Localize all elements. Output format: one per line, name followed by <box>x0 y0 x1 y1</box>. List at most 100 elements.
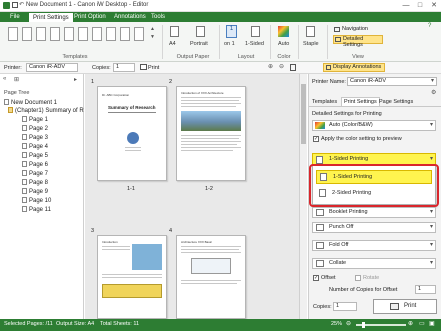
minimize-button[interactable]: — <box>399 0 413 11</box>
tree-page-11[interactable]: Page 11 <box>22 206 51 213</box>
offset-checkbox[interactable]: ✓ <box>313 275 319 281</box>
page-thumbnail-3[interactable]: Introduction <box>97 235 167 319</box>
zoom-slider[interactable] <box>356 322 406 328</box>
fit-page-status-icon[interactable]: ▣ <box>429 320 435 327</box>
tree-page-2[interactable]: Page 2 <box>22 125 48 132</box>
table-image <box>102 284 162 298</box>
scroll-down-icon[interactable]: ▼ <box>150 34 155 40</box>
booklet-printing-select[interactable]: Booklet Printing ▾ <box>312 207 436 218</box>
tab-annotations[interactable]: Annotations <box>110 12 150 22</box>
orientation-icon[interactable] <box>196 26 205 37</box>
page-icon <box>22 125 27 131</box>
template-thumbnail-3[interactable] <box>36 27 46 41</box>
preview-scrollbar[interactable] <box>299 74 307 319</box>
template-thumbnail-5[interactable] <box>64 27 74 41</box>
group-divider <box>219 25 220 59</box>
page-thumbnail-2[interactable]: Introduction of XXX Architecture <box>176 86 246 181</box>
group-divider <box>162 25 163 59</box>
window-title: New Document 1 - Canon iW Desktop - Edit… <box>26 2 149 8</box>
fit-width-icon[interactable]: ▭ <box>419 320 425 327</box>
help-icon[interactable]: ? <box>428 23 431 29</box>
page-thumbnail-1[interactable]: Dr. ABC Corporation Summary of Research <box>97 86 167 181</box>
page-thumbnail-4[interactable]: Architecture XXX Basic <box>176 235 246 319</box>
template-thumbnail-2[interactable] <box>22 27 32 41</box>
save-icon[interactable] <box>12 2 18 8</box>
offset-label: Offset <box>321 275 336 281</box>
tab-templates[interactable]: Templates <box>312 99 337 105</box>
print-label[interactable]: Print <box>148 65 159 71</box>
zoom-in-icon[interactable]: ⊕ <box>268 63 273 70</box>
add-icon[interactable]: ⊞ <box>14 76 19 83</box>
offset-copies-stepper[interactable]: 1 <box>415 285 436 294</box>
tree-page-9[interactable]: Page 9 <box>22 188 48 195</box>
collapse-icon[interactable]: « <box>3 76 6 82</box>
printer-properties-icon[interactable]: ⚙ <box>431 89 436 96</box>
printer-select[interactable]: Canon iR-ADV <box>26 63 78 72</box>
page-icon <box>22 188 27 194</box>
pane-pin-icon[interactable]: ▸ <box>74 76 77 83</box>
tree-page-4[interactable]: Page 4 <box>22 143 48 150</box>
tree-page-6[interactable]: Page 6 <box>22 161 48 168</box>
pages-per-sheet-button[interactable]: on 1 <box>224 41 235 47</box>
staple-icon[interactable] <box>306 26 315 37</box>
zoom-in-button[interactable]: ⊕ <box>408 320 413 327</box>
zoom-slider-thumb[interactable] <box>362 322 365 328</box>
sides-icon[interactable] <box>251 26 260 37</box>
display-annotations-toggle[interactable]: Display Annotations <box>323 63 385 72</box>
template-thumbnail-1[interactable] <box>8 27 18 41</box>
template-thumbnail-9[interactable] <box>120 27 130 41</box>
tab-tools[interactable]: Tools <box>147 12 169 22</box>
copies-stepper-pane[interactable]: 1 <box>333 302 357 311</box>
tree-page-1[interactable]: Page 1 <box>22 116 48 123</box>
tree-document-label: New Document 1 <box>11 100 58 106</box>
punch-select[interactable]: Punch Off ▾ <box>312 222 436 233</box>
printer-name-select[interactable]: Canon iR-ADV ▾ <box>347 77 437 86</box>
template-thumbnail-6[interactable] <box>78 27 88 41</box>
pages-per-sheet-icon[interactable]: 1 <box>226 25 237 38</box>
template-thumbnail-7[interactable] <box>92 27 102 41</box>
tree-chapter[interactable]: (Chapter1) Summary of R <box>8 107 84 114</box>
copies-stepper[interactable]: 1 <box>113 63 135 72</box>
color-mode-icon[interactable] <box>278 26 289 37</box>
template-thumbnail-4[interactable] <box>50 27 60 41</box>
tab-page-settings[interactable]: Page Settings <box>379 99 413 105</box>
scroll-up-icon[interactable]: ▲ <box>150 26 155 32</box>
tree-page-label: Page 6 <box>29 162 49 168</box>
navigation-toggle[interactable]: Navigation <box>333 26 383 34</box>
scrollbar-thumb[interactable] <box>301 84 306 144</box>
fold-select[interactable]: Fold Off ▾ <box>312 240 436 251</box>
undo-icon[interactable]: ↶ <box>19 1 24 8</box>
tab-print-settings[interactable]: Print Settings <box>28 12 74 22</box>
orientation-button[interactable]: Portrait <box>190 41 208 47</box>
zoom-out-button[interactable]: ⊖ <box>346 320 351 327</box>
printer-icon[interactable] <box>140 64 147 70</box>
sides-button[interactable]: 1-Sided <box>245 41 264 47</box>
template-thumbnail-8[interactable] <box>106 27 116 41</box>
printer-select-value: Canon iR-ADV <box>29 64 66 70</box>
close-button[interactable]: ✕ <box>427 0 441 11</box>
color-mode-select[interactable]: Auto (Color/B&W) ▾ <box>312 120 436 131</box>
paper-size-icon[interactable] <box>170 26 179 37</box>
tab-file[interactable]: File <box>6 12 24 22</box>
apply-color-checkbox[interactable]: ✓ <box>313 136 319 142</box>
print-button[interactable]: Print <box>373 299 437 314</box>
tree-page-3[interactable]: Page 3 <box>22 134 48 141</box>
color-mode-button[interactable]: Auto <box>278 41 289 47</box>
rotate-checkbox[interactable] <box>355 275 361 281</box>
tab-print-option[interactable]: Print Option <box>70 12 110 22</box>
staple-button[interactable]: Staple <box>303 41 319 47</box>
tab-print-settings-pane[interactable]: Print Settings <box>341 97 380 106</box>
tree-page-7[interactable]: Page 7 <box>22 170 48 177</box>
print-toolbar: Printer: Canon iR-ADV Copies: 1 Print ⊕ … <box>0 62 441 74</box>
tree-document[interactable]: New Document 1 <box>4 99 57 106</box>
detailed-settings-toggle[interactable]: Detailed Settings <box>333 35 383 48</box>
tree-page-8[interactable]: Page 8 <box>22 179 48 186</box>
paper-size-button[interactable]: A4 <box>169 41 176 47</box>
zoom-out-icon[interactable]: ⊖ <box>279 63 284 70</box>
fit-page-icon[interactable] <box>290 64 296 71</box>
template-thumbnail-10[interactable] <box>134 27 144 41</box>
tree-page-5[interactable]: Page 5 <box>22 152 48 159</box>
maximize-button[interactable]: □ <box>413 0 427 11</box>
collate-select[interactable]: Collate ▾ <box>312 258 436 269</box>
tree-page-10[interactable]: Page 10 <box>22 197 51 204</box>
